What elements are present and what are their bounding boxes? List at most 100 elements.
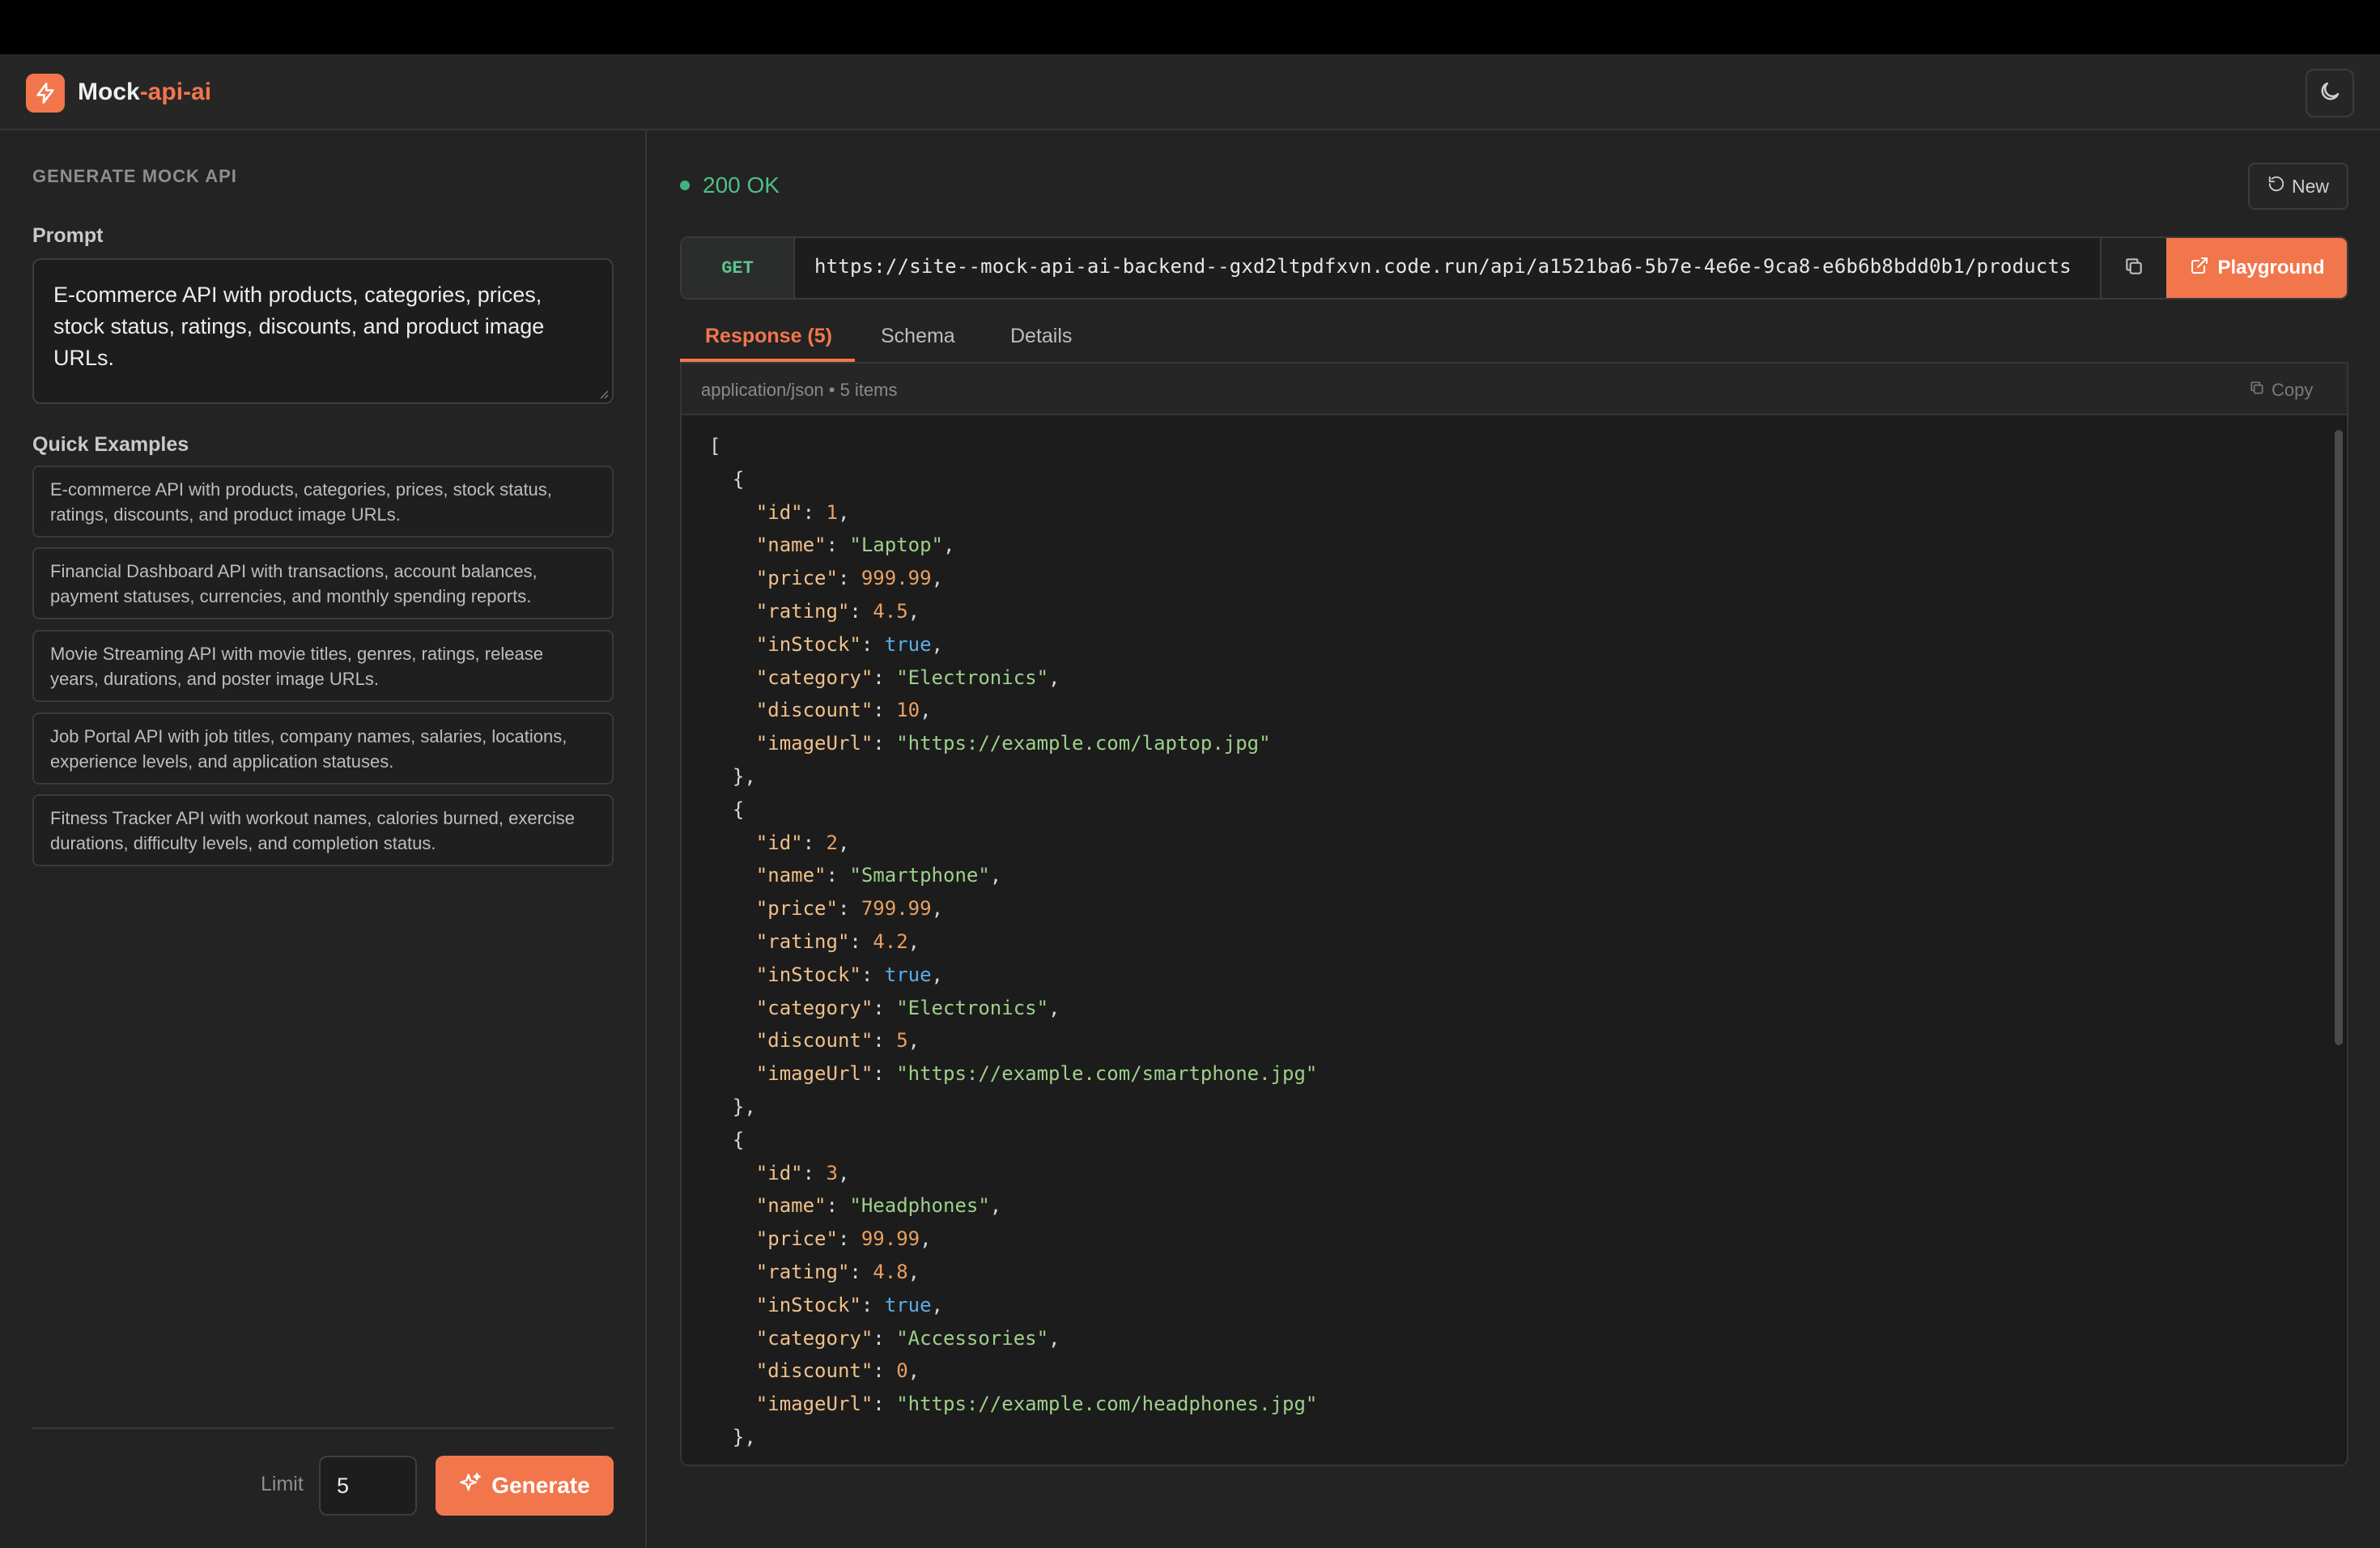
code-line: "discount": 0,: [755, 1359, 920, 1383]
code-line: },: [709, 1421, 1317, 1454]
code-line: "name": "Smartphone",: [755, 864, 1002, 887]
json-value: 2: [826, 831, 838, 854]
code-line: "rating": 4.8,: [755, 1260, 920, 1283]
generate-button[interactable]: Generate: [436, 1456, 614, 1516]
tab-details[interactable]: Details: [1010, 325, 1072, 348]
response-viewer: application/json • 5 items Copy [ { "id"…: [680, 362, 2348, 1466]
json-value: 1: [826, 500, 838, 524]
json-key: "imageUrl": [755, 1062, 873, 1086]
json-key: "id": [755, 1161, 803, 1184]
json-value: 4.5: [873, 599, 908, 623]
code-line: },: [709, 1091, 1317, 1124]
status-dot: [680, 181, 690, 190]
generate-label: Generate: [491, 1473, 590, 1498]
copy-icon: [2249, 380, 2265, 401]
response-header: application/json • 5 items Copy: [682, 364, 2347, 415]
quick-examples-label: Quick Examples: [32, 433, 189, 456]
json-key: "rating": [755, 929, 850, 953]
json-value: 4.8: [873, 1260, 908, 1283]
code-line: "id": 2,: [755, 831, 850, 854]
json-value: 4.2: [873, 929, 908, 953]
json-key: "price": [755, 897, 838, 921]
quick-example-item[interactable]: E-commerce API with products, categories…: [32, 466, 614, 538]
code-line: "imageUrl": "https://example.com/smartph…: [755, 1062, 1318, 1086]
endpoint-bar: GET https://site--mock-api-ai-backend--g…: [680, 236, 2348, 300]
json-key: "imageUrl": [755, 1393, 873, 1416]
sparkles-icon: [459, 1472, 482, 1500]
endpoint-url[interactable]: https://site--mock-api-ai-backend--gxd2l…: [814, 255, 2072, 278]
copy-url-button[interactable]: [2100, 238, 2166, 298]
code-line: [: [709, 430, 1317, 463]
divider: [32, 1427, 614, 1429]
json-brace: {: [709, 467, 745, 491]
code-line: },: [709, 760, 1317, 793]
json-value: true: [884, 963, 932, 986]
resize-handle-icon[interactable]: [597, 388, 609, 399]
json-key: "discount": [755, 1029, 873, 1053]
json-brace: },: [709, 764, 756, 788]
quick-example-item[interactable]: Financial Dashboard API with transaction…: [32, 547, 614, 619]
prompt-textarea[interactable]: E-commerce API with products, categories…: [32, 258, 614, 404]
json-key: "inStock": [755, 632, 861, 656]
copy-icon: [2123, 256, 2144, 281]
json-key: "category": [755, 996, 873, 1019]
json-bracket: [: [709, 435, 721, 457]
quick-example-item[interactable]: Job Portal API with job titles, company …: [32, 712, 614, 785]
json-key: "rating": [755, 599, 850, 623]
code-line: "imageUrl": "https://example.com/headpho…: [755, 1393, 1318, 1416]
code-line: "inStock": true,: [755, 632, 943, 656]
new-button[interactable]: New: [2248, 163, 2348, 210]
app-header: Mock-api-ai: [0, 54, 2380, 130]
scrollbar-thumb[interactable]: [2335, 430, 2343, 1045]
quick-example-item[interactable]: Fitness Tracker API with workout names, …: [32, 794, 614, 866]
json-key: "inStock": [755, 963, 861, 986]
brand-main: Mock: [78, 79, 140, 105]
json-value: "Laptop": [849, 534, 943, 557]
json-key: "category": [755, 1326, 873, 1350]
response-meta: application/json • 5 items: [701, 380, 898, 400]
json-key: "name": [755, 534, 827, 557]
code-line: "rating": 4.2,: [755, 929, 920, 953]
quick-example-item[interactable]: Movie Streaming API with movie titles, g…: [32, 630, 614, 702]
tab-response[interactable]: Response (5): [705, 325, 832, 348]
json-key: "name": [755, 864, 827, 887]
json-value: "Headphones": [849, 1194, 990, 1218]
brand-title[interactable]: Mock-api-ai: [78, 76, 211, 108]
code-line: "price": 99.99,: [755, 1227, 932, 1251]
json-brace: },: [709, 1095, 756, 1118]
code-line: "id": 1,: [755, 500, 850, 524]
section-title: GENERATE MOCK API: [32, 166, 237, 186]
json-value: "https://example.com/headphones.jpg": [896, 1393, 1318, 1416]
json-value: "https://example.com/smartphone.jpg": [896, 1062, 1318, 1086]
json-value: "Smartphone": [849, 864, 990, 887]
code-line: {: [709, 463, 1317, 496]
response-tabs: Response (5) Schema Details: [680, 318, 2348, 362]
status-badge: 200 OK: [703, 172, 780, 198]
copy-response-button[interactable]: Copy: [2249, 380, 2313, 401]
json-key: "discount": [755, 699, 873, 722]
json-value: 999.99: [861, 567, 932, 590]
theme-toggle-button[interactable]: [2306, 69, 2354, 117]
lightning-icon[interactable]: [26, 74, 65, 113]
code-line: "rating": 4.5,: [755, 599, 920, 623]
code-line: "id": 3,: [755, 1161, 850, 1184]
playground-button[interactable]: Playground: [2166, 238, 2347, 298]
json-value: "https://example.com/laptop.jpg": [896, 732, 1271, 755]
limit-input[interactable]: 5: [319, 1456, 417, 1516]
brand-accent: -api-ai: [139, 79, 212, 105]
json-brace: },: [709, 1425, 756, 1448]
json-response-body[interactable]: [ { "id": 1, "name": "Laptop", "price": …: [709, 430, 1317, 1454]
http-method-badge: GET: [682, 238, 795, 298]
app-root: Mock-api-ai GENERATE MOCK API Prompt E-c…: [0, 54, 2380, 1548]
json-value: 5: [896, 1029, 908, 1053]
json-key: "id": [755, 500, 803, 524]
code-line: "price": 999.99,: [755, 567, 944, 590]
code-line: "category": "Accessories",: [755, 1326, 1060, 1350]
external-link-icon: [2190, 256, 2209, 281]
json-key: "price": [755, 1227, 838, 1251]
json-value: true: [884, 1293, 932, 1316]
json-key: "category": [755, 666, 873, 689]
tab-schema[interactable]: Schema: [881, 325, 955, 348]
code-line: "category": "Electronics",: [755, 996, 1060, 1019]
code-line: "price": 799.99,: [755, 897, 944, 921]
